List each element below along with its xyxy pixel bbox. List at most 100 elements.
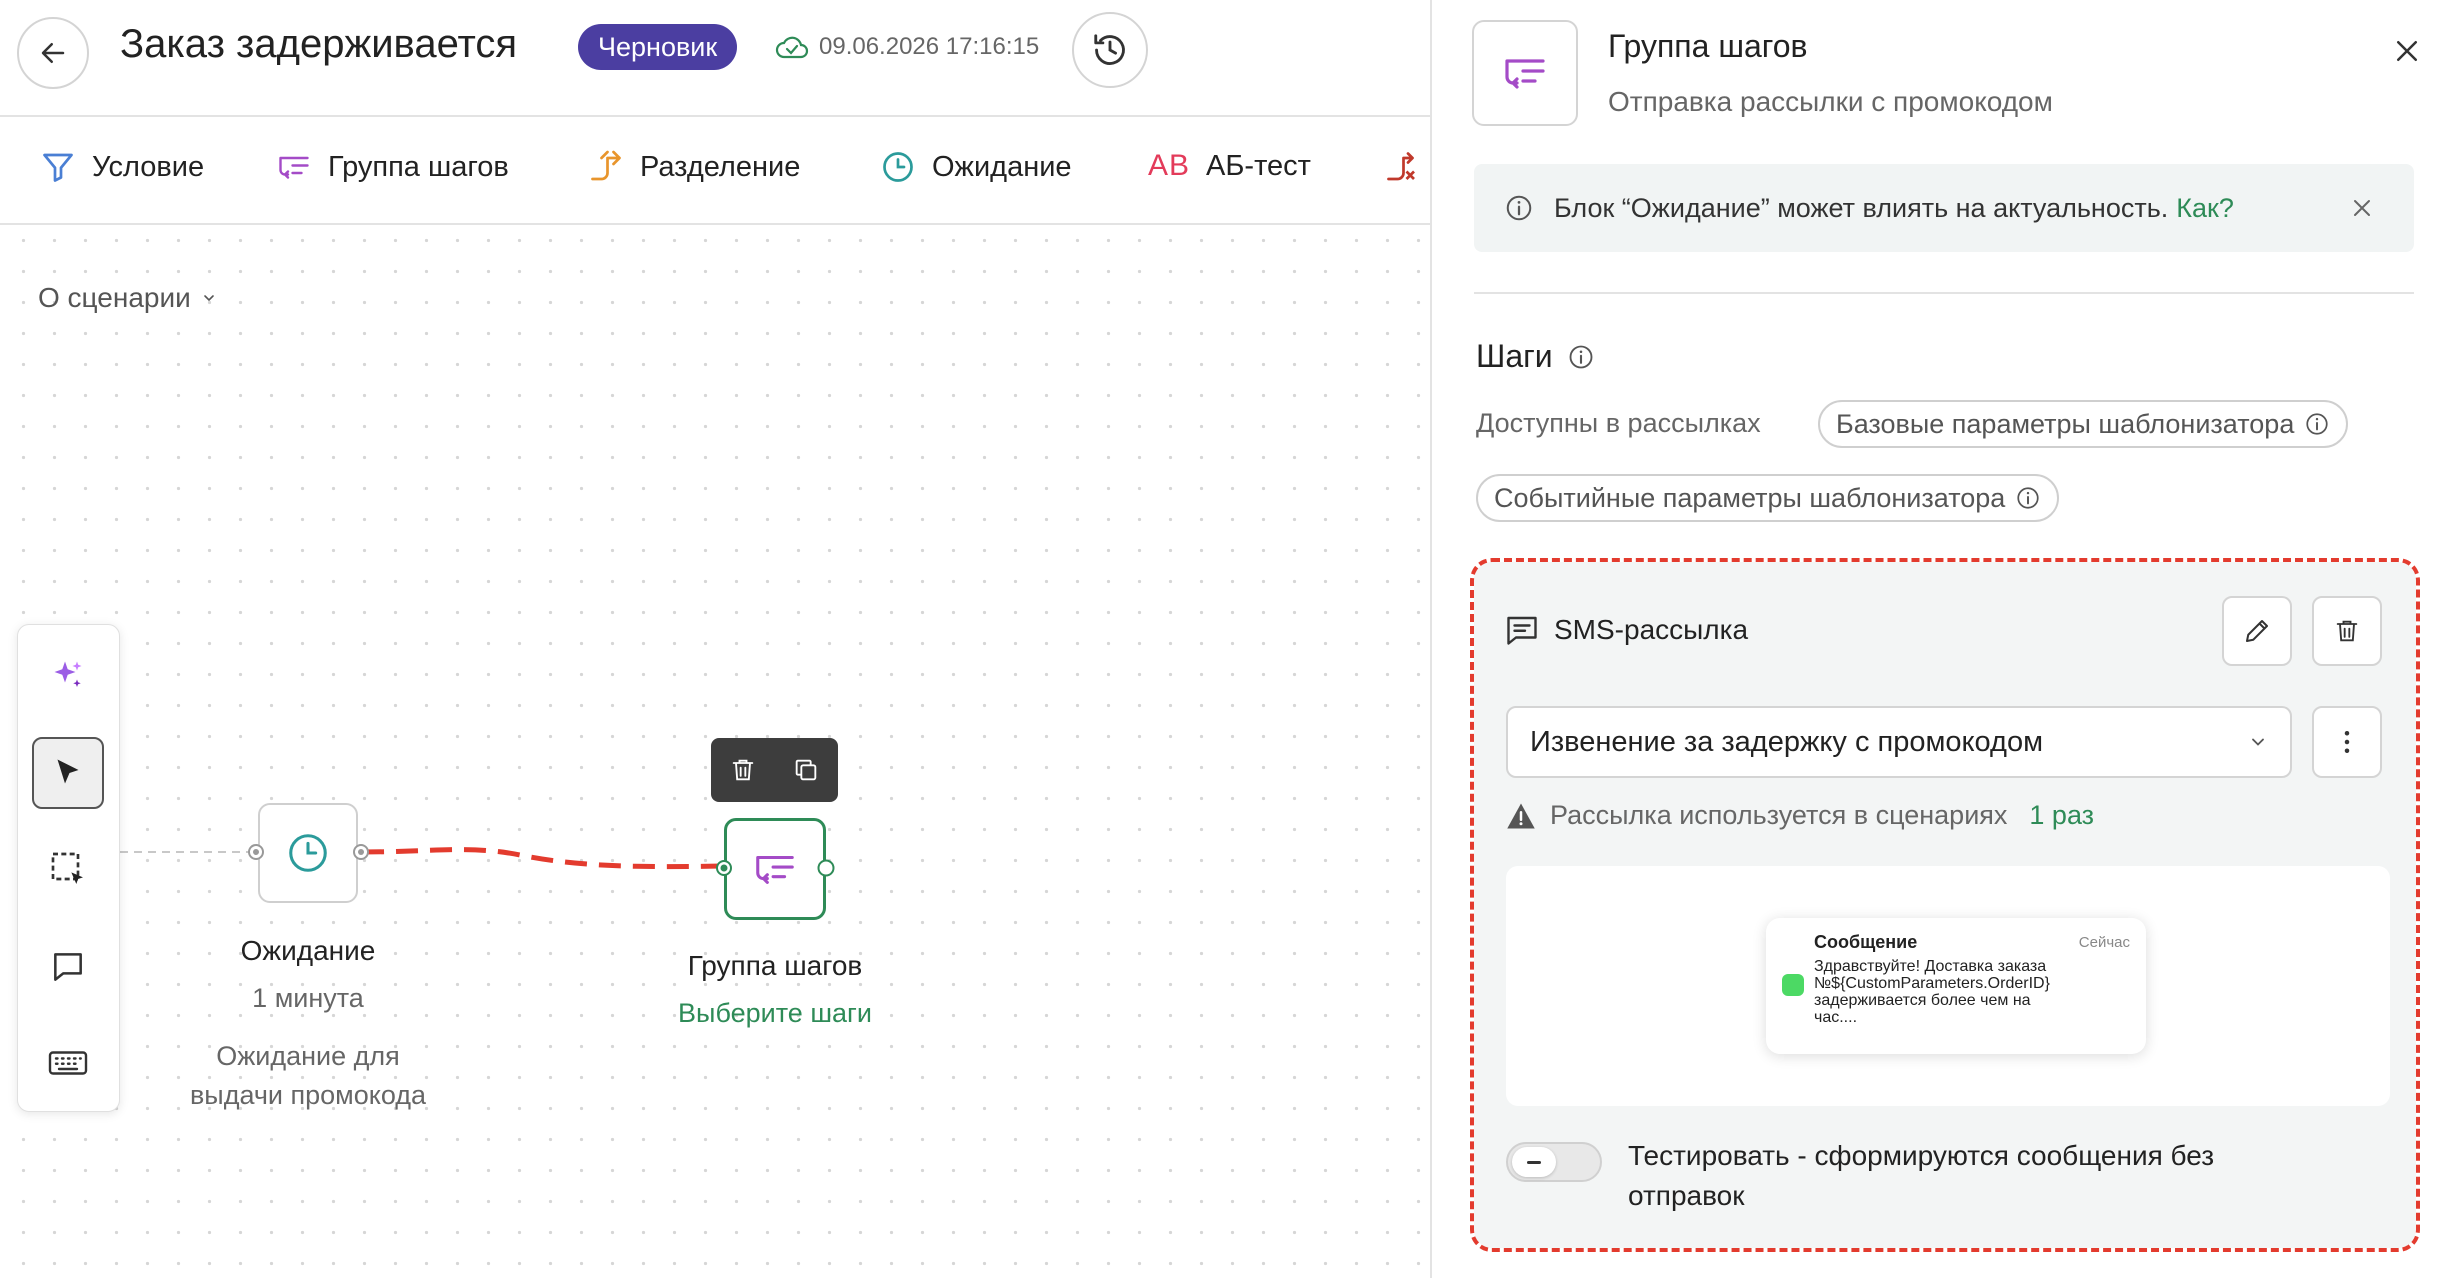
block-toolbar: Условие Группа шагов Разделение Ожидание… <box>0 117 1430 225</box>
history-icon <box>1094 34 1125 65</box>
toolbar-wait[interactable]: Ожидание <box>880 149 1072 185</box>
available-in-mailings-label: Доступны в рассылках <box>1476 408 1761 438</box>
comment-tool[interactable] <box>32 931 104 1003</box>
event-params-chip[interactable]: Событийные параметры шаблонизатора <box>1476 474 2060 522</box>
group-node-output-port[interactable] <box>816 858 836 878</box>
about-scenario-label: О сценарии <box>38 282 191 313</box>
event-params-chip-label: Событийные параметры шаблонизатора <box>1494 483 2006 513</box>
group-node-title: Группа шагов <box>687 950 863 981</box>
exit-icon <box>1387 152 1415 181</box>
notification-line: Здравствуйте! Доставка заказа <box>1814 958 2047 975</box>
block-settings-panel: Группа шагов Отправка рассылки с промоко… <box>1430 0 2440 1278</box>
mailing-select[interactable]: Извенение за задержку с промокодом <box>1506 706 2292 778</box>
sms-step-title-label: SMS-рассылка <box>1554 614 1749 645</box>
toolbar-steps-group[interactable]: Группа шагов <box>276 149 509 185</box>
select-tool[interactable] <box>32 737 104 809</box>
canvas-tool-palette <box>17 624 120 1112</box>
panel-title: Группа шагов <box>1608 28 1808 64</box>
steps-group-icon <box>1505 59 1545 89</box>
notification-line: задерживается более чем на <box>1814 992 2031 1009</box>
usage-warning-text: Рассылка используется в сценариях <box>1550 800 2008 830</box>
wait-to-group-connection[interactable] <box>361 847 723 870</box>
sparkles-icon <box>54 661 82 687</box>
notification-header: Сообщение <box>1814 932 1918 952</box>
base-params-chip-label: Базовые параметры шаблонизатора <box>1836 409 2295 439</box>
info-icon <box>2017 487 2039 509</box>
ab-icon: AB <box>1148 149 1191 182</box>
info-icon <box>1506 195 1532 221</box>
back-button[interactable] <box>17 17 89 89</box>
node-action-toolbar <box>711 738 838 802</box>
arrow-left-icon <box>41 43 65 63</box>
close-icon[interactable] <box>2350 196 2374 220</box>
usage-count-link[interactable]: 1 раз <box>2029 800 2094 831</box>
info-icon[interactable] <box>1567 343 1595 371</box>
toolbar-exit-partial[interactable] <box>1384 149 1420 185</box>
wait-node-title: Ожидание <box>240 935 376 966</box>
test-mode-toggle[interactable] <box>1506 1142 1602 1182</box>
wait-node-description-line1: Ожидание для <box>216 1041 400 1071</box>
trash-icon <box>2336 620 2358 642</box>
funnel-icon <box>43 153 73 182</box>
notification-body: Здравствуйте! Доставка заказа №${CustomP… <box>1814 958 2130 1026</box>
area-select-tool[interactable] <box>32 833 104 905</box>
test-mode-label-line2: отправок <box>1628 1180 1745 1211</box>
base-params-chip[interactable]: Базовые параметры шаблонизатора <box>1818 400 2349 448</box>
comment-icon <box>54 953 82 981</box>
toolbar-steps-group-label: Группа шагов <box>328 150 509 183</box>
delete-step-button[interactable] <box>2312 596 2382 666</box>
split-icon <box>591 150 621 181</box>
notification-time: Сейчас <box>2078 934 2130 951</box>
about-scenario-dropdown[interactable]: О сценарии <box>38 282 217 314</box>
cloud-check-icon <box>775 36 809 59</box>
steps-group-node[interactable] <box>724 818 826 920</box>
sms-notification-preview: Сообщение Сейчас Здравствуйте! Доставка … <box>1766 918 2146 1054</box>
scenario-header: Заказ задерживается Черновик 09.06.2026 … <box>0 0 1430 117</box>
toolbar-condition-label: Условие <box>92 150 205 183</box>
panel-subtitle[interactable]: Отправка рассылки с промокодом <box>1608 86 2053 118</box>
messages-app-icon <box>1782 974 1804 996</box>
copy-icon[interactable] <box>792 756 820 784</box>
steps-title-label: Шаги <box>1476 338 1553 374</box>
toolbar-ab-test[interactable]: AB АБ-тест <box>1148 149 1311 183</box>
cursor-icon <box>57 759 79 784</box>
chevron-down-icon <box>203 295 214 302</box>
pencil-icon <box>2246 620 2268 642</box>
notification-line: час.... <box>1814 1009 1858 1026</box>
alert-how-link[interactable]: Как? <box>2176 193 2234 224</box>
wait-node-input-port[interactable] <box>246 842 266 862</box>
wait-node-output-port[interactable] <box>351 842 371 862</box>
clock-icon <box>289 834 327 872</box>
keyboard-shortcuts-tool[interactable] <box>32 1027 104 1099</box>
close-icon[interactable] <box>2392 36 2422 66</box>
steps-section-title: Шаги <box>1476 338 1595 375</box>
choose-steps-link[interactable]: Выберите шаги <box>625 998 925 1029</box>
wait-node-duration: 1 минута <box>252 983 364 1013</box>
more-options-button[interactable] <box>2312 706 2382 778</box>
edit-step-button[interactable] <box>2222 596 2292 666</box>
notification-line: №${CustomParameters.OrderID} <box>1814 975 2050 992</box>
toolbar-ab-test-label: АБ-тест <box>1206 149 1311 182</box>
chevron-down-icon <box>2252 738 2264 746</box>
wait-node[interactable] <box>258 803 358 903</box>
history-button[interactable] <box>1072 12 1148 88</box>
toolbar-wait-label: Ожидание <box>932 150 1072 183</box>
steps-group-icon <box>756 855 794 884</box>
mailing-select-value: Извенение за задержку с промокодом <box>1530 725 2044 758</box>
save-status: 09.06.2026 17:16:15 <box>775 33 1039 61</box>
more-vertical-icon <box>2344 731 2350 753</box>
toggle-knob <box>1512 1147 1556 1177</box>
warning-icon <box>1507 803 1535 828</box>
wait-node-description-line2: выдачи промокода <box>189 1080 427 1110</box>
keyboard-icon <box>48 1051 88 1075</box>
page-title: Заказ задерживается <box>120 22 518 66</box>
trash-icon[interactable] <box>729 756 757 784</box>
group-node-input-port[interactable] <box>714 858 734 878</box>
toolbar-condition[interactable]: Условие <box>40 149 204 185</box>
info-alert: Блок “Ожидание” может влиять на актуальн… <box>1474 164 2414 252</box>
ai-assistant-tool[interactable] <box>32 639 104 711</box>
toolbar-split[interactable]: Разделение <box>588 149 800 185</box>
divider <box>1474 292 2414 294</box>
message-icon <box>1507 616 1537 645</box>
steps-group-icon <box>279 156 309 179</box>
